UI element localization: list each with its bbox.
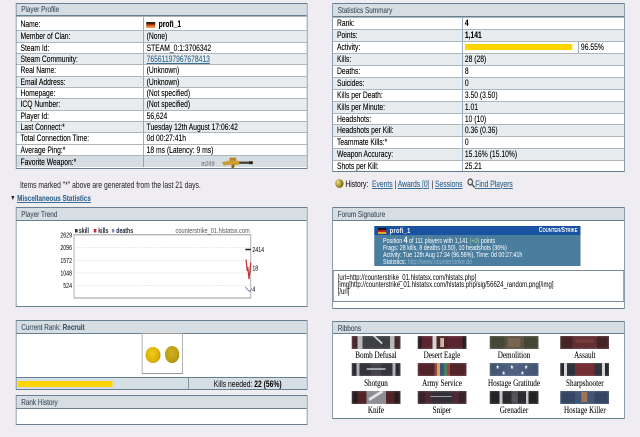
svg-text:524: 524 [63,282,72,290]
svg-text:deaths: deaths [116,227,133,235]
svg-text:kills: kills [98,227,109,235]
svg-text:counterstrike_01.hlstatsx.com: counterstrike_01.hlstatsx.com [176,227,251,235]
svg-text:18: 18 [253,264,259,272]
svg-text:1572: 1572 [61,257,73,265]
svg-text:skill: skill [79,227,89,235]
svg-text:2414: 2414 [253,246,265,254]
svg-text:4: 4 [253,285,256,293]
svg-text:2096: 2096 [61,244,73,252]
svg-text:1048: 1048 [61,269,73,277]
svg-text:2629: 2629 [61,231,73,239]
